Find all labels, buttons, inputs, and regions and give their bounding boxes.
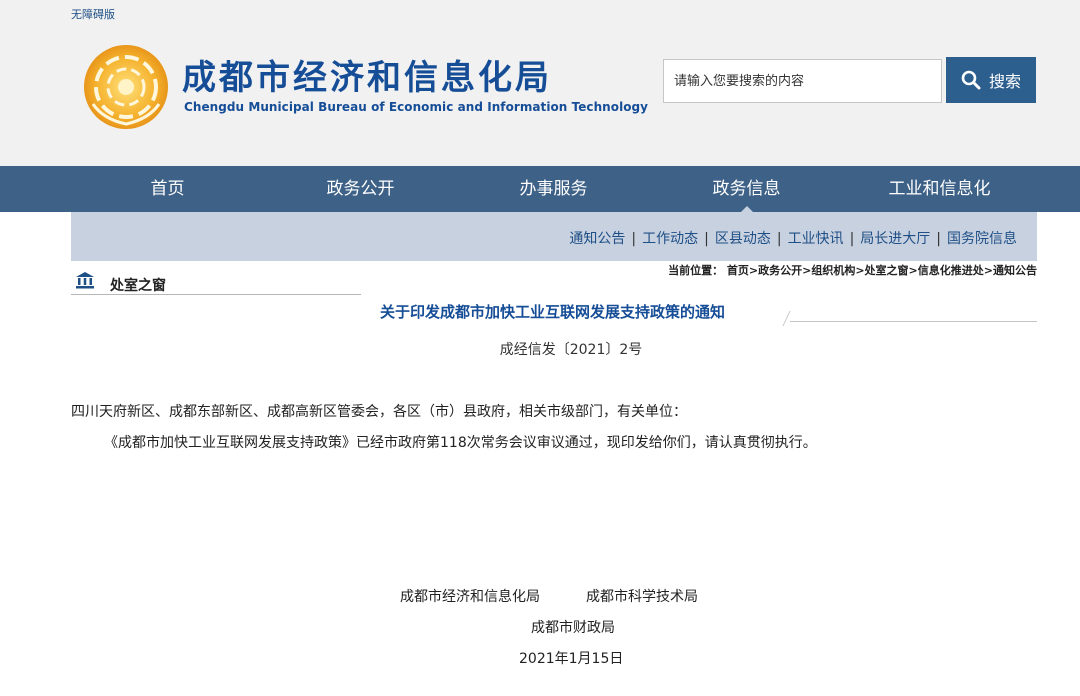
search-button[interactable]: 搜索 <box>946 57 1036 103</box>
subnav-item-work-updates[interactable]: 工作动态 <box>642 231 698 247</box>
nav-item-government-information[interactable]: 政务信息 <box>650 166 843 212</box>
title-divider <box>790 321 1037 322</box>
subnav-item-notices[interactable]: 通知公告 <box>569 231 625 247</box>
subnav-item-state-council-info[interactable]: 国务院信息 <box>947 231 1017 247</box>
nav-item-home[interactable]: 首页 <box>71 166 264 212</box>
subnav-item-director-hall[interactable]: 局长进大厅 <box>860 231 930 247</box>
document-recipients: 四川天府新区、成都东部新区、成都高新区管委会，各区（市）县政府，相关市级部门，有… <box>71 404 687 420</box>
document-title: 关于印发成都市加快工业互联网发展支持政策的通知 <box>380 303 726 321</box>
signatory-science-bureau: 成都市科学技术局 <box>586 589 698 605</box>
breadcrumb[interactable]: 当前位置： 首页>政务公开>组织机构>处室之窗>信息化推进处>通知公告 <box>668 262 1037 278</box>
main-navigation: 首页 政务公开 办事服务 政务信息 工业和信息化 <box>0 166 1080 212</box>
bureau-logo[interactable] <box>83 44 169 130</box>
site-subtitle: Chengdu Municipal Bureau of Economic and… <box>184 100 649 114</box>
title-divider-slash <box>782 311 791 326</box>
government-building-icon <box>76 272 94 289</box>
signatories-row: 成都市经济和信息化局 成都市科学技术局 <box>400 586 698 606</box>
nav-item-industry-informatization[interactable]: 工业和信息化 <box>843 166 1036 212</box>
subnav-separator: | <box>631 231 637 247</box>
signatory-finance-bureau: 成都市财政局 <box>531 620 615 636</box>
subnav-separator: | <box>776 231 782 247</box>
nav-item-government-affairs[interactable]: 政务公开 <box>264 166 457 212</box>
document-number: 成经信发〔2021〕2号 <box>499 342 643 358</box>
search-button-label: 搜索 <box>988 72 1021 91</box>
nav-item-services[interactable]: 办事服务 <box>457 166 650 212</box>
subnav-separator: | <box>936 231 941 247</box>
signatory-economic-bureau: 成都市经济和信息化局 <box>400 589 540 605</box>
section-header: 处室之窗 <box>71 270 361 295</box>
search-icon <box>961 70 981 90</box>
document-date: 2021年1月15日 <box>519 651 624 667</box>
search-input[interactable] <box>663 59 942 103</box>
subnav-separator: | <box>849 231 855 247</box>
subnav-item-district-updates[interactable]: 区县动态 <box>715 231 771 247</box>
accessibility-mode-link[interactable]: 无障碍版 <box>71 6 115 22</box>
subnav-item-industry-news[interactable]: 工业快讯 <box>788 231 844 247</box>
section-title: 处室之窗 <box>110 278 166 294</box>
document-body: 《成都市加快工业互联网发展支持政策》已经市政府第118次常务会议审议通过，现印发… <box>104 435 817 451</box>
subnav-separator: | <box>704 231 709 247</box>
site-title: 成都市经济和信息化局 <box>182 58 552 98</box>
sub-navigation: 通知公告 | 工作动态 | 区县动态 | 工业快讯 | 局长进大厅 | 国务院信息 <box>71 212 1037 261</box>
